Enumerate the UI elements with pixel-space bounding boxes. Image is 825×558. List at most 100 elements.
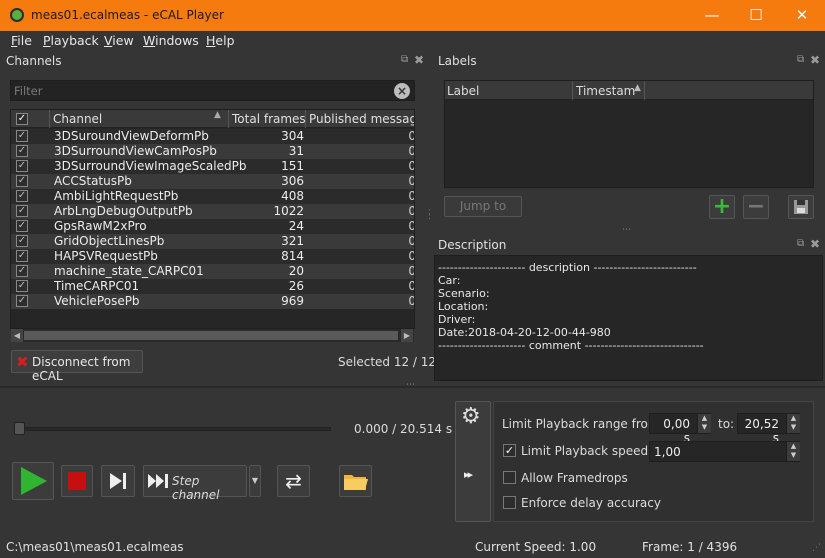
channel-published-messages: 0 [311, 174, 414, 188]
speed-spinbox[interactable]: 1,00 [649, 441, 800, 462]
menu-file[interactable]: File [11, 33, 32, 48]
open-folder-button[interactable] [339, 465, 372, 497]
step-channel-label: Step channel [172, 474, 220, 502]
maximize-button[interactable]: ☐ [733, 0, 779, 31]
size-grip-icon[interactable]: ⋰ [812, 543, 821, 553]
allow-framedrops-checkbox[interactable] [503, 471, 516, 484]
stop-button[interactable] [61, 465, 93, 497]
channel-name: TimeCARPC01 [54, 279, 140, 293]
table-row[interactable]: ✓ 3DSuroundViewDeformPb 304 0 [11, 129, 414, 144]
table-row[interactable]: ✓ HAPSVRequestPb 814 0 [11, 249, 414, 264]
step-channel-dropdown[interactable]: ▼ [249, 465, 261, 497]
scroll-left-icon[interactable]: ◀ [11, 329, 23, 342]
table-row[interactable]: ✓ ACCStatusPb 306 0 [11, 174, 414, 189]
channels-close-icon[interactable]: ✖ [414, 53, 424, 67]
jump-to-button[interactable]: Jump to [444, 196, 522, 217]
gear-icon: ⚙ [461, 404, 481, 429]
labels-splitter-handle[interactable]: ⋯ [622, 225, 631, 235]
row-checkbox[interactable]: ✓ [16, 265, 28, 277]
range-to-stepper[interactable]: ▲ ▼ [786, 414, 800, 433]
scrollbar-thumb[interactable] [24, 331, 398, 340]
menu-playback[interactable]: Playback [43, 33, 99, 48]
table-row[interactable]: ✓ VehiclePosePb 969 0 [11, 294, 414, 309]
disconnect-button[interactable]: ✖ Disconnect from eCAL [11, 350, 143, 383]
channels-panel-title: Channels [6, 54, 62, 68]
channel-total-frames: 306 [281, 174, 304, 188]
table-row[interactable]: ✓ ArbLngDebugOutputPb 1022 0 [11, 204, 414, 219]
channel-total-frames: 1022 [273, 204, 304, 218]
add-label-button[interactable]: + [709, 195, 735, 219]
disconnect-icon: ✖ [16, 353, 29, 371]
close-button[interactable]: ✕ [779, 0, 825, 31]
column-timestamp[interactable]: Timestamp [576, 84, 636, 98]
row-checkbox[interactable]: ✓ [16, 160, 28, 172]
channel-published-messages: 0 [311, 204, 414, 218]
channels-table[interactable]: ✓ Channel ▲ Total frames Published messa… [10, 109, 415, 329]
row-checkbox[interactable]: ✓ [16, 220, 28, 232]
play-button[interactable] [12, 462, 54, 500]
table-row[interactable]: ✓ 3DSurroundViewCamPosPb 31 0 [11, 144, 414, 159]
selected-count: Selected 12 / 12 [338, 355, 437, 369]
step-icon [110, 473, 126, 489]
enforce-delay-checkbox[interactable] [503, 496, 516, 509]
menu-view[interactable]: View [104, 33, 134, 48]
labels-float-icon[interactable]: ⧉ [797, 54, 804, 65]
remove-label-button[interactable]: − [743, 195, 769, 219]
folder-icon [344, 475, 368, 490]
range-label: Limit Playback range from: [502, 417, 664, 431]
channel-name: ACCStatusPb [54, 174, 132, 188]
filter-input[interactable]: Filter [10, 80, 415, 101]
settings-toggle-button[interactable]: ⚙ ▸▸ [455, 401, 491, 522]
minimize-button[interactable]: — [689, 0, 735, 31]
labels-table[interactable]: Label Timestamp ▲ [444, 80, 814, 188]
row-checkbox[interactable]: ✓ [16, 145, 28, 157]
column-published-messages[interactable]: Published messages [309, 112, 414, 126]
title-bar[interactable]: meas01.ecalmeas - eCAL Player — ☐ ✕ [0, 0, 825, 31]
menu-windows[interactable]: Windows [143, 33, 199, 48]
table-row[interactable]: ✓ 3DSurroundViewImageScaledPb 151 0 [11, 159, 414, 174]
scroll-right-icon[interactable]: ▶ [401, 329, 413, 342]
column-channel[interactable]: Channel [53, 112, 102, 126]
channels-horizontal-scrollbar[interactable]: ◀ ▶ [11, 329, 414, 342]
row-checkbox[interactable]: ✓ [16, 205, 28, 217]
row-checkbox[interactable]: ✓ [16, 190, 28, 202]
clear-filter-icon[interactable]: × [394, 83, 410, 99]
repeat-button[interactable]: ⇄ [277, 465, 310, 497]
step-channel-button[interactable]: Step channel [143, 465, 247, 502]
vertical-splitter-handle[interactable]: :: [428, 208, 431, 222]
description-float-icon[interactable]: ⧉ [797, 238, 804, 249]
channels-float-icon[interactable]: ⧉ [401, 54, 408, 65]
sort-asc-icon: ▲ [214, 110, 221, 120]
column-label[interactable]: Label [447, 84, 479, 98]
row-checkbox[interactable]: ✓ [16, 280, 28, 292]
channel-name: 3DSuroundViewDeformPb [54, 129, 209, 143]
range-from-stepper[interactable]: ▲ ▼ [697, 414, 711, 433]
row-checkbox[interactable]: ✓ [16, 235, 28, 247]
table-row[interactable]: ✓ machine_state_CARPC01 20 0 [11, 264, 414, 279]
row-checkbox[interactable]: ✓ [16, 175, 28, 187]
row-checkbox[interactable]: ✓ [16, 130, 28, 142]
table-row[interactable]: ✓ GpsRawM2xPro 24 0 [11, 219, 414, 234]
horizontal-splitter-handle[interactable]: ⋯ [406, 380, 415, 390]
speed-stepper[interactable]: ▲ ▼ [786, 442, 800, 461]
save-labels-button[interactable] [788, 195, 814, 219]
row-checkbox[interactable]: ✓ [16, 250, 28, 262]
menu-help[interactable]: Help [206, 33, 235, 48]
step-channel-icon [148, 474, 168, 488]
description-text[interactable]: ---------------------- description -----… [434, 255, 823, 381]
description-close-icon[interactable]: ✖ [810, 237, 820, 251]
table-row[interactable]: ✓ GridObjectLinesPb 321 0 [11, 234, 414, 249]
speed-value: 1,00 [654, 445, 681, 459]
limit-speed-checkbox[interactable]: ✓ [503, 444, 516, 457]
labels-close-icon[interactable]: ✖ [810, 53, 820, 67]
step-button[interactable] [101, 465, 135, 497]
column-total-frames[interactable]: Total frames [232, 112, 306, 126]
playback-slider-handle[interactable] [14, 422, 25, 435]
table-row[interactable]: ✓ AmbiLightRequestPb 408 0 [11, 189, 414, 204]
row-checkbox[interactable]: ✓ [16, 295, 28, 307]
channel-name: AmbiLightRequestPb [54, 189, 179, 203]
playback-slider-track[interactable] [18, 427, 331, 431]
select-all-checkbox[interactable]: ✓ [16, 113, 28, 125]
channel-total-frames: 31 [288, 144, 304, 158]
table-row[interactable]: ✓ TimeCARPC01 26 0 [11, 279, 414, 294]
